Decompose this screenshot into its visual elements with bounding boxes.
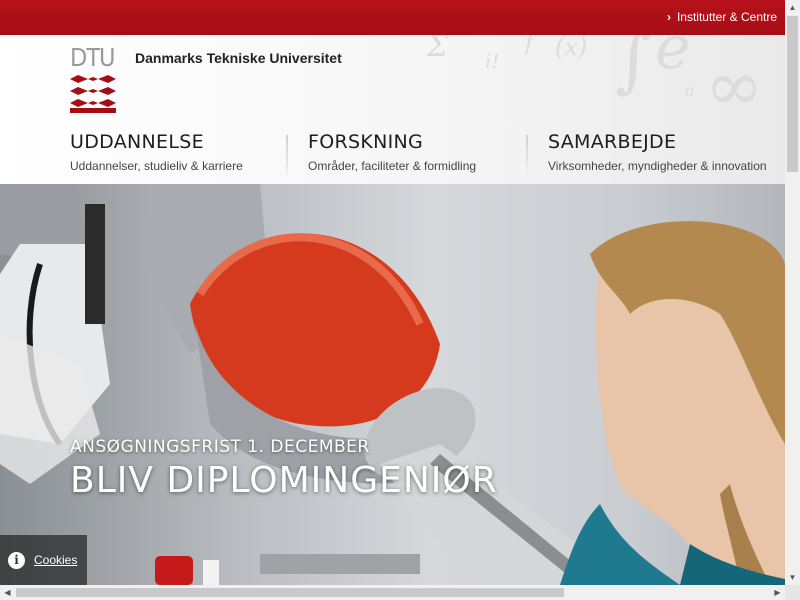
scrollbar-corner	[785, 585, 800, 600]
scroll-up-icon[interactable]: ▲	[785, 0, 800, 15]
site-header: Σ i! f (x) ∫ e ∞ a DTU Danmarks Tekniske…	[0, 35, 785, 184]
dtu-logo[interactable]: DTU	[70, 45, 116, 113]
nav-title: UDDANNELSE	[70, 131, 204, 153]
nav-divider	[526, 135, 528, 175]
math-background-decoration: Σ i! f (x) ∫ e ∞ a	[427, 35, 764, 127]
horizontal-scroll-thumb[interactable]	[16, 588, 564, 597]
scroll-down-icon[interactable]: ▼	[785, 570, 800, 585]
hero-kicker: ANSØGNINGSFRIST 1. DECEMBER	[70, 437, 370, 457]
scroll-right-icon[interactable]: ▶	[770, 585, 785, 600]
nav-subtitle: Uddannelser, studieliv & karriere	[70, 159, 243, 173]
nav-title: SAMARBEJDE	[548, 131, 677, 153]
cookies-notice: i Cookies	[0, 535, 87, 585]
dtu-seal-icon	[70, 75, 116, 113]
vertical-scroll-thumb[interactable]	[787, 16, 798, 172]
nav-divider	[286, 135, 288, 175]
vertical-scrollbar[interactable]: ▲ ▼	[785, 0, 800, 585]
top-bar: › Institutter & Centre	[0, 0, 785, 35]
nav-title: FORSKNING	[308, 131, 424, 153]
chevron-right-icon: ›	[666, 10, 671, 24]
nav-samarbejde[interactable]: SAMARBEJDE Virksomheder, myndigheder & i…	[548, 131, 767, 173]
nav-uddannelse[interactable]: UDDANNELSE Uddannelser, studieliv & karr…	[70, 131, 243, 173]
horizontal-scrollbar[interactable]: ◀ ▶	[0, 585, 785, 600]
institutter-link[interactable]: › Institutter & Centre	[667, 10, 777, 24]
cookies-link[interactable]: Cookies	[34, 553, 77, 567]
logo-text: DTU	[70, 43, 116, 72]
hero-headline[interactable]: BLIV DIPLOMINGENIØR	[70, 460, 498, 501]
nav-forskning[interactable]: FORSKNING Områder, faciliteter & formidl…	[308, 131, 476, 173]
nav-subtitle: Virksomheder, myndigheder & innovation	[548, 159, 767, 173]
hero-photo-robot-engineer	[0, 184, 785, 585]
university-name: Danmarks Tekniske Universitet	[135, 50, 342, 66]
institutter-link-label: Institutter & Centre	[676, 10, 777, 24]
scroll-left-icon[interactable]: ◀	[0, 585, 15, 600]
nav-subtitle: Områder, faciliteter & formidling	[308, 159, 477, 173]
info-icon: i	[8, 551, 25, 569]
hero-banner[interactable]: ANSØGNINGSFRIST 1. DECEMBER BLIV DIPLOMI…	[0, 184, 785, 585]
